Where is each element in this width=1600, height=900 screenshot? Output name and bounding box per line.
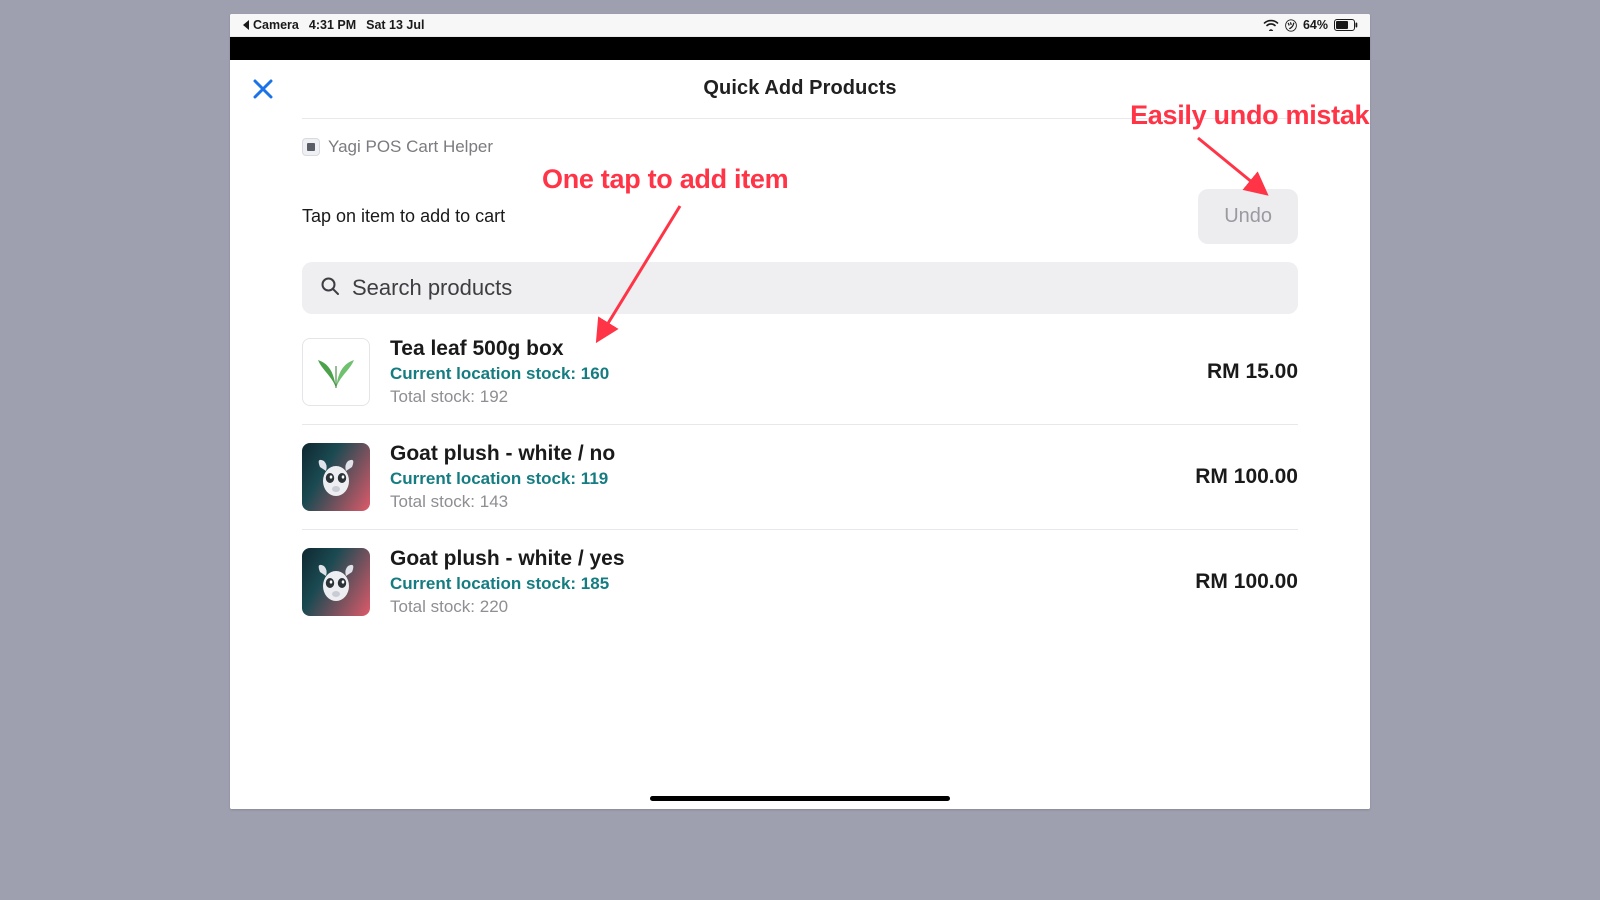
product-total-stock: Total stock: 192 (390, 387, 1187, 407)
search-box[interactable] (302, 262, 1298, 314)
app-tag: Yagi POS Cart Helper (302, 137, 1298, 157)
status-time: 4:31 PM (309, 18, 356, 32)
app-background-strip (230, 37, 1370, 60)
back-chevron-icon (242, 20, 250, 30)
product-total-stock: Total stock: 143 (390, 492, 1175, 512)
modal-header: Quick Add Products (230, 60, 1370, 118)
product-price: RM 100.00 (1195, 465, 1298, 489)
product-name: Goat plush - white / yes (390, 547, 1175, 571)
search-icon (320, 276, 340, 301)
product-thumb (302, 548, 370, 616)
goat-icon (302, 548, 370, 616)
battery-pct: 64% (1303, 18, 1328, 32)
product-loc-stock: Current location stock: 119 (390, 469, 1175, 489)
wifi-icon (1263, 19, 1279, 31)
product-thumb (302, 338, 370, 406)
undo-button[interactable]: Undo (1198, 189, 1298, 244)
product-thumb (302, 443, 370, 511)
search-input[interactable] (352, 275, 1280, 301)
close-button[interactable] (248, 74, 278, 104)
hint-text: Tap on item to add to cart (302, 206, 505, 227)
product-loc-stock: Current location stock: 160 (390, 364, 1187, 384)
product-total-stock: Total stock: 220 (390, 597, 1175, 617)
product-price: RM 100.00 (1195, 570, 1298, 594)
home-indicator[interactable] (650, 796, 950, 801)
status-bar: Camera 4:31 PM Sat 13 Jul ㋡ 64% (230, 14, 1370, 37)
battery-icon (1334, 19, 1358, 31)
status-date: Sat 13 Jul (366, 18, 424, 32)
product-loc-stock: Current location stock: 185 (390, 574, 1175, 594)
goat-icon (302, 443, 370, 511)
product-name: Tea leaf 500g box (390, 337, 1187, 361)
modal-content: Yagi POS Cart Helper Tap on item to add … (230, 118, 1370, 809)
app-tag-icon (302, 138, 320, 156)
product-row[interactable]: Goat plush - white / yes Current locatio… (302, 530, 1298, 634)
app-tag-label: Yagi POS Cart Helper (328, 137, 493, 157)
back-app-label: Camera (253, 18, 299, 32)
leaf-icon (312, 348, 360, 396)
orientation-lock-icon: ㋡ (1285, 17, 1297, 34)
close-icon (252, 78, 274, 100)
modal-title: Quick Add Products (703, 77, 896, 100)
ipad-screen: Camera 4:31 PM Sat 13 Jul ㋡ 64% Quick A (230, 14, 1370, 809)
quick-add-modal: Quick Add Products Yagi POS Cart Helper … (230, 60, 1370, 809)
product-list: Tea leaf 500g box Current location stock… (302, 320, 1298, 634)
product-row[interactable]: Goat plush - white / no Current location… (302, 425, 1298, 530)
product-price: RM 15.00 (1207, 360, 1298, 384)
product-name: Goat plush - white / no (390, 442, 1175, 466)
back-to-app[interactable]: Camera (242, 18, 299, 32)
product-row[interactable]: Tea leaf 500g box Current location stock… (302, 320, 1298, 425)
